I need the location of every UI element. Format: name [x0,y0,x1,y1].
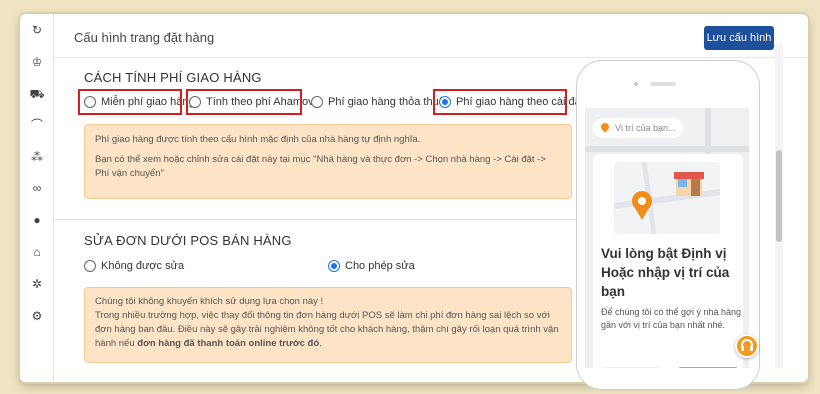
settings-icon[interactable]: ✲ [27,276,47,292]
crown-icon[interactable]: ♔ [27,54,47,70]
scrollbar-thumb[interactable] [776,150,782,242]
location-prompt-card: Vui lòng bật Định vị Hoặc nhập vị trí củ… [593,154,743,368]
radio-no-edit[interactable]: Không được sửa [84,257,184,275]
radio-label: Cho phép sửa [345,260,415,272]
card-title: Vui lòng bật Định vị Hoặc nhập vị trí củ… [601,246,730,299]
radio-negotiated-fee[interactable]: Phí giao hàng thỏa thuận [311,93,451,111]
location-input[interactable]: Vị trí của bạn... [593,118,683,138]
enter-location-button[interactable] [601,367,661,368]
shield-icon[interactable]: ● [27,212,47,228]
radio-circle [84,260,96,272]
note-end: . [319,338,322,349]
location-placeholder: Vị trí của bạn... [615,123,676,133]
note-bold: đơn hàng đã thanh toán online trước đó [137,338,320,349]
radio-allow-edit[interactable]: Cho phép sửa [328,257,415,275]
enable-location-button[interactable] [677,367,739,368]
location-pin-icon [599,121,611,133]
highlight-box [186,89,302,115]
chart-icon[interactable]: ⌒ [27,117,47,133]
section-divider [54,219,590,220]
phone-camera [634,82,638,86]
pos-section-title: SỬA ĐƠN DƯỚI POS BÁN HÀNG [84,233,292,248]
header: Cấu hình trang đặt hàng Lưu cấu hình [54,14,808,58]
highlight-box [433,89,567,115]
shipping-note: Phí giao hàng được tính theo cấu hình mặ… [84,124,572,199]
map-road [585,146,749,152]
page-title: Cấu hình trang đặt hàng [74,30,215,45]
highlight-box [78,89,182,115]
radio-circle-selected [328,260,340,272]
note-text: Chúng tôi không khuyến khích sử dụng lựa… [95,296,324,307]
note-text: Phí giao hàng được tính theo cấu hình mặ… [95,134,421,145]
share-icon[interactable]: ⁂ [27,149,47,165]
card-text: Để chúng tôi có thể gợi ý nhà hàng gần v… [601,307,741,330]
map-store-illustration [614,162,720,234]
pos-warning-note: Chúng tôi không khuyến khích sử dụng lựa… [84,287,572,363]
radio-label: Không được sửa [101,260,185,272]
sidebar: ↻ ♔ ⛟ ⌒ ⁂ ∞ ● ⌂ ✲ ⚙ [20,14,54,382]
note-text: Trong nhiều trường hợp, việc thay đổi th… [95,309,561,351]
gears-icon[interactable]: ⚙ [27,308,47,324]
link-icon[interactable]: ∞ [27,180,47,196]
phone-screen: Vị trí của bạn... Vui lòng bật Định vị H… [585,108,749,368]
save-config-button[interactable]: Lưu cấu hình [704,26,774,50]
refresh-icon[interactable]: ↻ [27,22,47,38]
headset-glyph [741,339,753,351]
shipping-section-title: CÁCH TÍNH PHÍ GIAO HÀNG [84,70,262,85]
radio-circle [311,96,323,108]
store-icon[interactable]: ⌂ [27,244,47,260]
note-text: Bạn có thể xem hoặc chỉnh sửa cài đặt nà… [95,154,546,179]
support-headset-icon[interactable] [735,334,759,358]
truck-icon[interactable]: ⛟ [27,86,47,102]
phone-speaker [650,82,676,86]
